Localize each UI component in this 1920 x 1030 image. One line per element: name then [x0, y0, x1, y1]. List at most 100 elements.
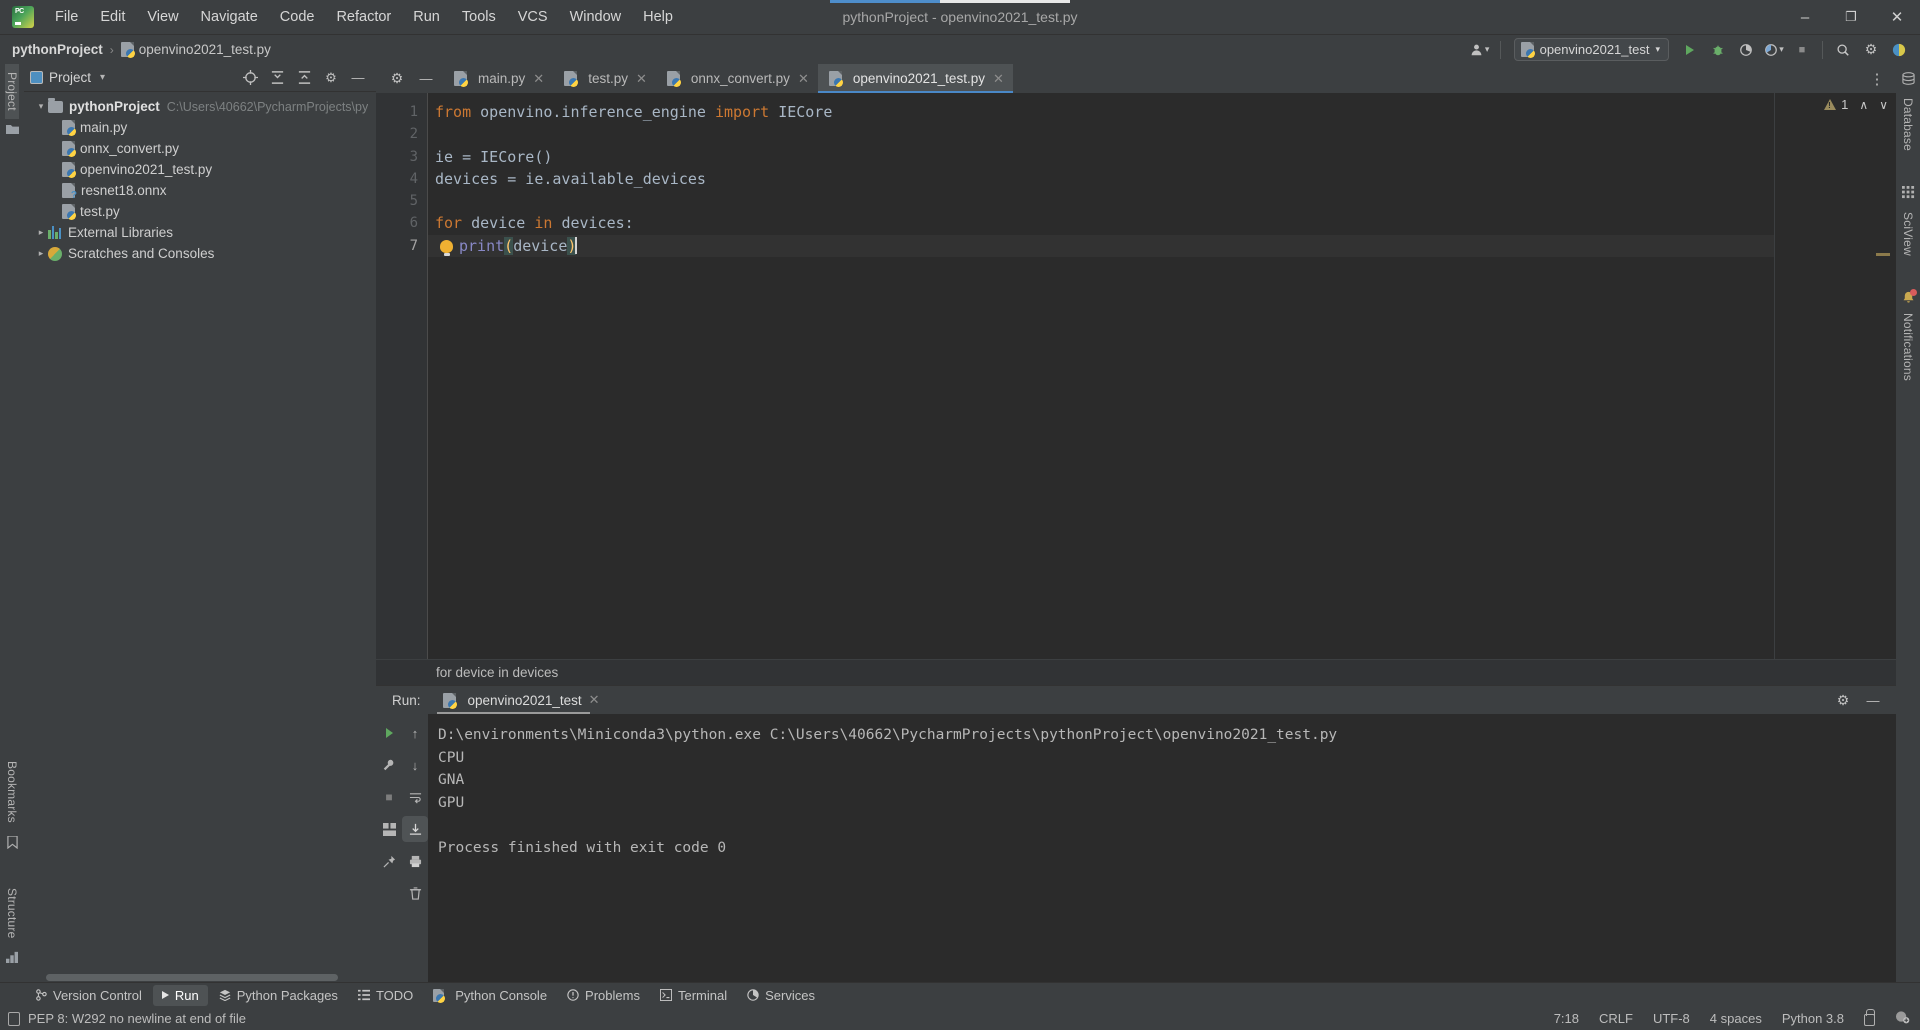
menu-file[interactable]: File [44, 6, 89, 29]
editor-settings-button[interactable]: ⚙ [384, 67, 410, 90]
tool-window-version-control[interactable]: Version Control [26, 985, 151, 1006]
tree-node-scratches-and-consoles[interactable]: ▸ Scratches and Consoles [24, 243, 376, 264]
tool-window-problems[interactable]: Problems [558, 985, 649, 1006]
project-panel-caret-icon[interactable]: ▾ [100, 72, 105, 83]
maximize-button[interactable]: ❐ [1828, 0, 1874, 35]
inspection-marker[interactable] [1876, 253, 1890, 256]
rerun-button[interactable] [376, 720, 402, 746]
editor-inspection-sidebar[interactable]: 1 ∧ ∨ [1774, 93, 1896, 685]
bookmark-icon[interactable] [6, 834, 18, 852]
rail-item-project[interactable]: Project [5, 64, 19, 119]
inspection-next-icon[interactable]: ∨ [1879, 98, 1888, 112]
tree-node-external-libraries[interactable]: ▸ External Libraries [24, 222, 376, 243]
tab-close-icon[interactable]: ✕ [636, 71, 647, 87]
user-account-button[interactable]: ▾ [1467, 38, 1493, 61]
python-interpreter[interactable]: Python 3.8 [1782, 1011, 1844, 1026]
inspection-mode-icon[interactable] [1895, 1010, 1910, 1027]
collapse-all-button[interactable] [291, 66, 317, 89]
editor-tab-main-py[interactable]: main.py ✕ [443, 64, 553, 93]
coverage-button[interactable]: ▾ [1761, 38, 1787, 61]
line-separator[interactable]: CRLF [1599, 1011, 1633, 1026]
code-editor[interactable]: 1 2 3 4 5 6 7 from openvino.inference_en… [376, 93, 1896, 685]
inspection-prev-icon[interactable]: ∧ [1859, 98, 1868, 112]
run-panel-hide-button[interactable]: — [1860, 689, 1886, 712]
tool-window-services[interactable]: Services [738, 985, 824, 1006]
editor-gutter[interactable]: 1 2 3 4 5 6 7 [376, 93, 428, 685]
menu-edit[interactable]: Edit [89, 6, 136, 29]
menu-vcs[interactable]: VCS [507, 6, 559, 29]
tool-window-run[interactable]: Run [152, 984, 208, 1006]
run-session-tab[interactable]: openvino2021_test ✕ [435, 686, 608, 714]
chevron-down-icon[interactable]: ▾ [34, 101, 48, 112]
clear-console-button[interactable] [402, 880, 428, 906]
rail-item-structure[interactable]: Structure [5, 880, 19, 947]
inspection-status-icon[interactable] [8, 1011, 20, 1026]
scroll-down-button[interactable]: ↓ [402, 752, 428, 778]
chevron-right-icon[interactable]: ▸ [34, 227, 48, 238]
project-settings-button[interactable]: ⚙ [318, 66, 344, 89]
editor-tab-openvino2021-test-py[interactable]: openvino2021_test.py ✕ [817, 64, 1013, 93]
close-button[interactable]: ✕ [1874, 0, 1920, 35]
expand-all-button[interactable] [264, 66, 290, 89]
tool-window-terminal[interactable]: Terminal [651, 985, 736, 1006]
project-horizontal-scrollbar[interactable] [24, 973, 376, 982]
run-session-close-icon[interactable]: ✕ [589, 692, 600, 708]
menu-code[interactable]: Code [269, 6, 326, 29]
run-settings-button[interactable] [376, 752, 402, 778]
tool-window-python-packages[interactable]: Python Packages [210, 985, 347, 1006]
rail-item-bookmarks[interactable]: Bookmarks [5, 753, 19, 831]
rail-item-notifications[interactable]: Notifications [1901, 305, 1915, 389]
tree-node-test-py[interactable]: test.py [24, 201, 376, 222]
menu-view[interactable]: View [136, 6, 189, 29]
breadcrumb-project[interactable]: pythonProject [12, 42, 103, 57]
scroll-up-button[interactable]: ↑ [402, 720, 428, 746]
editor-tab-test-py[interactable]: test.py ✕ [553, 64, 656, 93]
print-button[interactable] [402, 848, 428, 874]
inspection-widget[interactable]: 1 ∧ ∨ [1824, 97, 1888, 112]
run-panel-settings-button[interactable]: ⚙ [1830, 689, 1856, 712]
readonly-lock-icon[interactable] [1864, 1009, 1875, 1026]
tab-close-icon[interactable]: ✕ [798, 71, 809, 87]
rail-item-database[interactable]: Database [1901, 90, 1915, 159]
sciview-icon[interactable] [1901, 185, 1915, 202]
run-configuration-selector[interactable]: openvino2021_test ▾ [1513, 38, 1669, 61]
indent-size[interactable]: 4 spaces [1710, 1011, 1762, 1026]
chevron-right-icon[interactable]: ▸ [34, 248, 48, 259]
profile-button[interactable] [1733, 38, 1759, 61]
tree-node-main-py[interactable]: main.py [24, 117, 376, 138]
debug-button[interactable] [1705, 38, 1731, 61]
tab-close-icon[interactable]: ✕ [533, 71, 544, 87]
tree-node-openvino2021-test-py[interactable]: openvino2021_test.py [24, 159, 376, 180]
menu-run[interactable]: Run [402, 6, 451, 29]
menu-help[interactable]: Help [632, 6, 684, 29]
select-opened-file-button[interactable] [237, 66, 263, 89]
notifications-bell-icon[interactable] [1902, 288, 1917, 303]
stop-run-button[interactable]: ■ [376, 784, 402, 810]
scroll-to-end-button[interactable] [402, 816, 428, 842]
code-content[interactable]: from openvino.inference_engine import IE… [428, 93, 1774, 685]
file-encoding[interactable]: UTF-8 [1653, 1011, 1690, 1026]
editor-more-options-button[interactable]: ⋮ [1864, 67, 1890, 90]
layout-button[interactable] [376, 816, 402, 842]
editor-hide-button[interactable]: — [413, 67, 439, 90]
search-everywhere-button[interactable] [1830, 38, 1856, 61]
menu-refactor[interactable]: Refactor [325, 6, 402, 29]
run-console-output[interactable]: D:\environments\Miniconda3\python.exe C:… [428, 714, 1896, 982]
editor-tab-onnx-convert-py[interactable]: onnx_convert.py ✕ [656, 64, 818, 93]
run-button[interactable] [1677, 38, 1703, 61]
menu-tools[interactable]: Tools [451, 6, 507, 29]
scrollbar-thumb[interactable] [46, 974, 338, 981]
settings-button[interactable]: ⚙ [1858, 38, 1884, 61]
menu-window[interactable]: Window [559, 6, 633, 29]
soft-wrap-button[interactable] [402, 784, 428, 810]
updates-button[interactable] [1886, 38, 1912, 61]
menu-navigate[interactable]: Navigate [190, 6, 269, 29]
intention-bulb-icon[interactable] [440, 239, 453, 256]
rail-item-sciview[interactable]: SciView [1901, 204, 1915, 264]
database-icon[interactable] [1901, 72, 1915, 88]
structure-icon[interactable] [6, 951, 18, 966]
tool-window-todo[interactable]: TODO [349, 985, 422, 1006]
project-hide-button[interactable]: — [345, 66, 371, 89]
breadcrumb-file[interactable]: openvino2021_test.py [139, 42, 271, 57]
tree-node-pythonproject[interactable]: ▾ pythonProject C:\Users\40662\PycharmPr… [24, 96, 376, 117]
